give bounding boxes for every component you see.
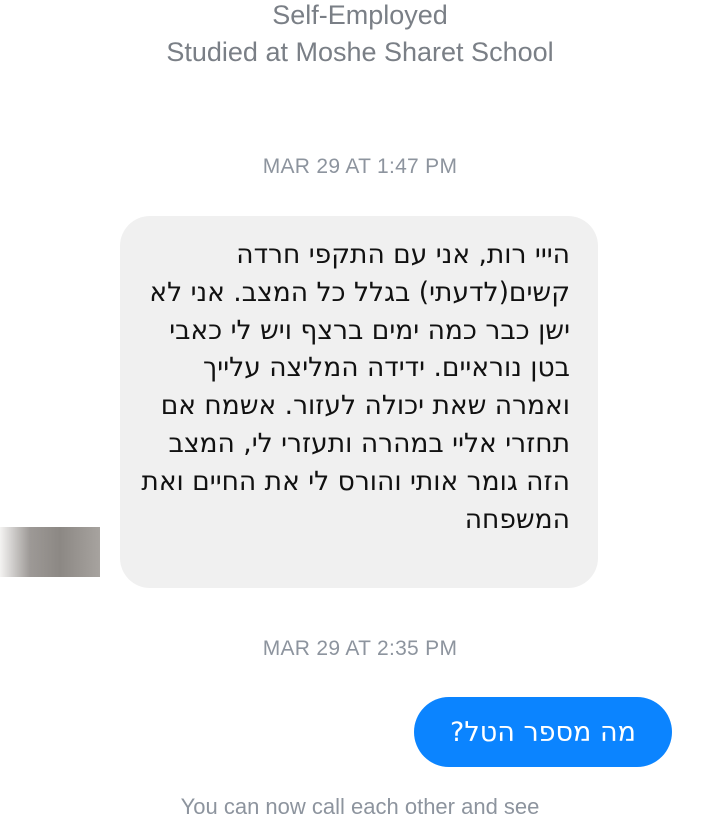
profile-work: Self-Employed [272,0,448,30]
outgoing-message-bubble[interactable]: מה מספר הטל? [414,697,672,767]
call-notice-text: You can now call each other and see [180,794,540,819]
message-timestamp: MAR 29 AT 1:47 PM [262,155,458,178]
message-timestamp: MAR 29 AT 2:35 PM [262,637,458,660]
profile-education: Studied at Moshe Sharet School [166,37,554,67]
outgoing-message-text: מה מספר הטל? [450,716,636,748]
incoming-message-text: הייי רות, אני עם התקפי חרדה קשים(לדעתי) … [141,239,570,535]
incoming-message-bubble[interactable]: הייי רות, אני עם התקפי חרדה קשים(לדעתי) … [120,216,598,588]
redacted-avatar [0,527,100,577]
